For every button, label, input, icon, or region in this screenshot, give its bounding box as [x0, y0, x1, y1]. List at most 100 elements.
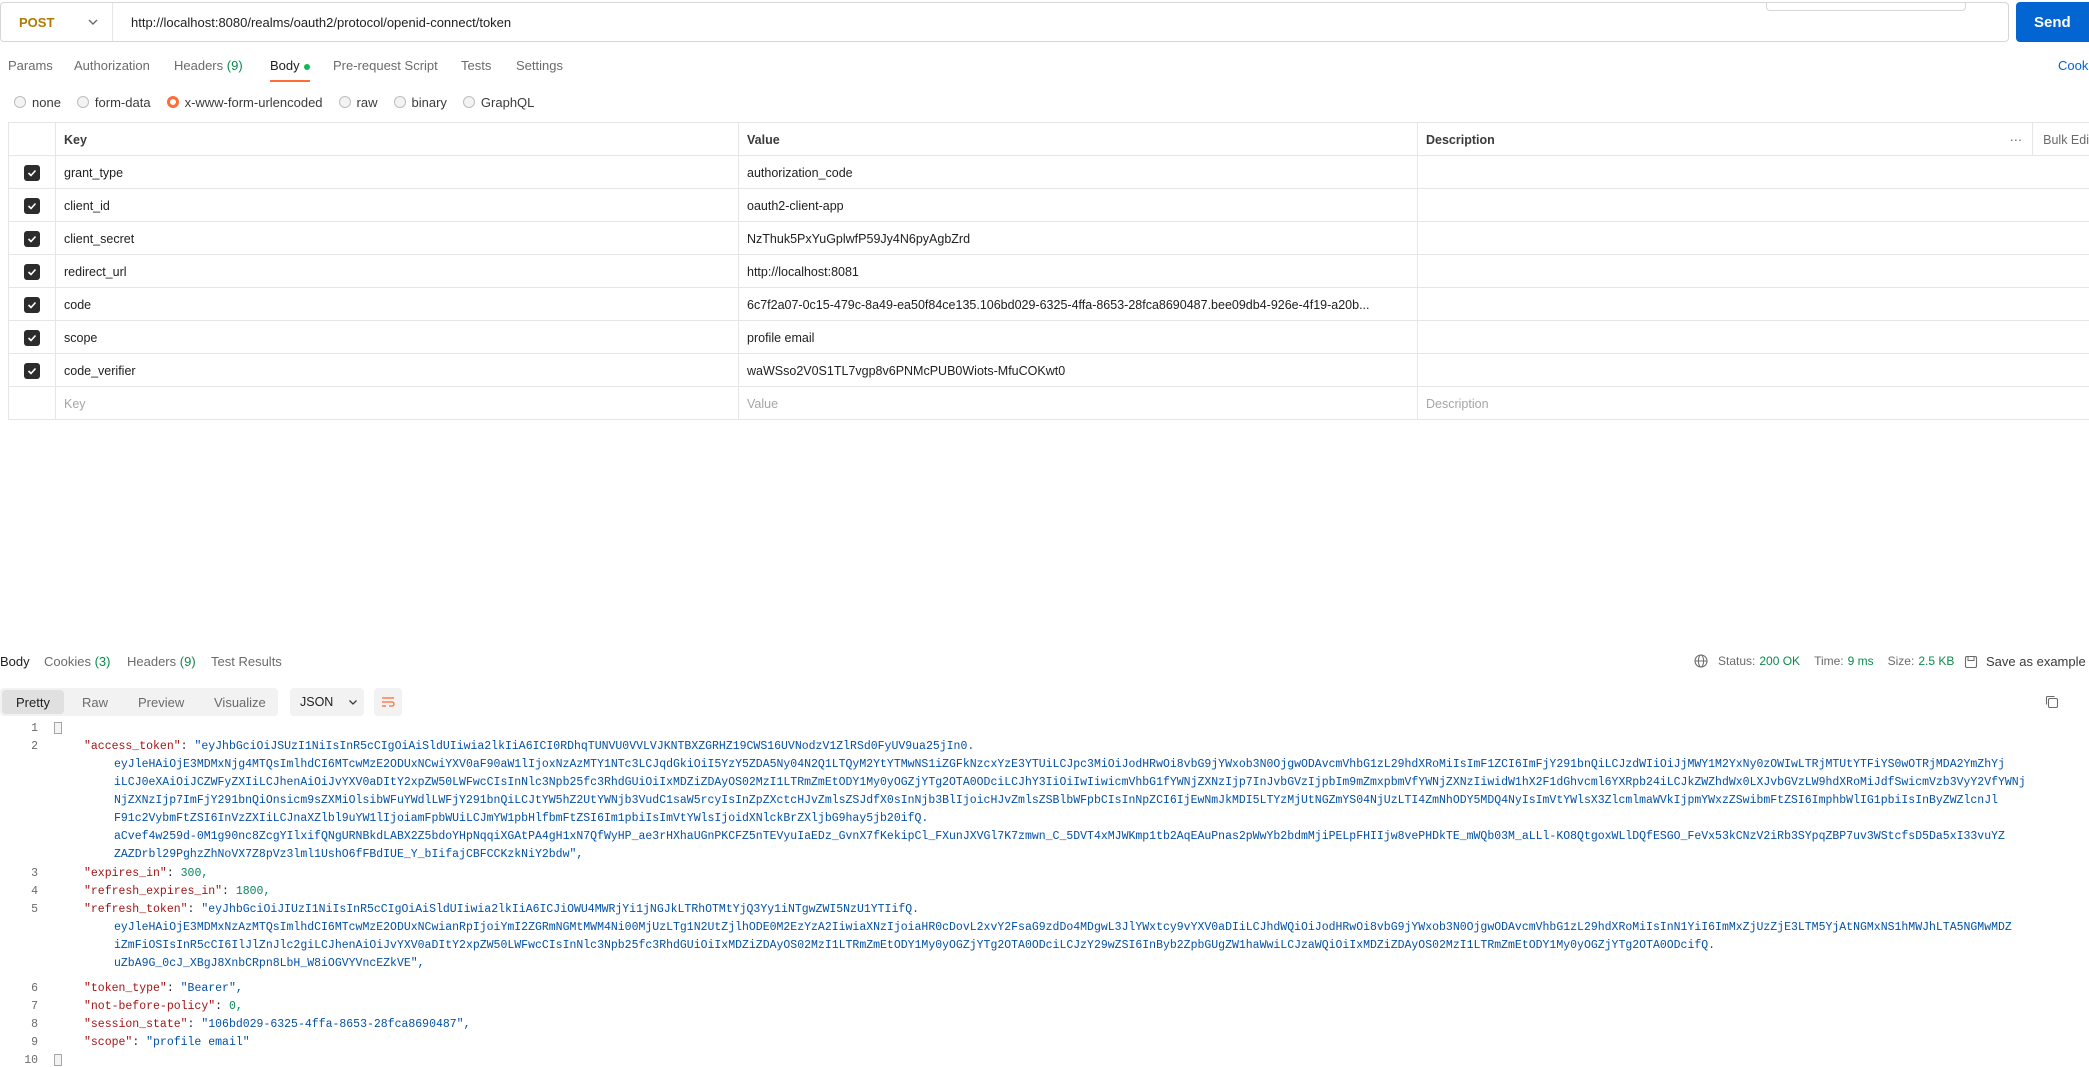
row-value[interactable]: http://localhost:8081 — [738, 255, 1417, 288]
tab-tests[interactable]: Tests — [461, 58, 491, 73]
view-preview-button[interactable]: Preview — [138, 688, 184, 716]
json-string-value: eyJleHAiOjE3MDMxNjg4MTQsImlhdCI6MTcwMzE2… — [114, 758, 2005, 771]
globe-icon[interactable] — [1694, 654, 1708, 668]
line-number: 5 — [31, 903, 38, 916]
fold-toggle-icon[interactable] — [54, 1054, 62, 1066]
tab-headers[interactable]: Headers (9) — [174, 58, 243, 73]
code-line: "refresh_expires_in": 1800, — [84, 885, 270, 898]
body-type-raw[interactable]: raw — [338, 95, 378, 110]
bulk-edit-area: ⋯ Bulk Edi — [2010, 123, 2089, 156]
code-line: aCvef4w259d-0M1g90nc8ZcgYIlxifQNgURNBkdL… — [114, 830, 2005, 843]
body-type-none[interactable]: none — [14, 95, 61, 110]
dropdown-ghost — [1766, 3, 1966, 11]
save-as-example-label: Save as example — [1986, 654, 2086, 669]
checkbox[interactable] — [24, 329, 40, 346]
view-pretty-button[interactable]: Pretty — [2, 690, 64, 714]
row-value[interactable]: oauth2-client-app — [738, 189, 1417, 222]
send-button[interactable]: Send — [2016, 2, 2089, 42]
tab-params[interactable]: Params — [8, 58, 53, 73]
json-string-value: eyJleHAiOjE3MDMxNzAzMTQsImlhdCI6MTcwMzE2… — [114, 921, 2012, 934]
line-number: 9 — [31, 1036, 38, 1049]
response-body-code[interactable]: 1 2 3 4 5 6 7 8 9 10 "access_token": "eyJhbGciOiJS… — [0, 722, 2089, 1067]
save-icon — [1964, 655, 1978, 668]
row-value[interactable]: 6c7f2a07-0c15-479c-8a49-ea50f84ce135.106… — [738, 288, 1417, 321]
json-colon: : — [166, 982, 181, 995]
bulk-edit-button[interactable]: Bulk Edi — [2043, 133, 2089, 147]
checkbox[interactable] — [24, 362, 40, 379]
response-status-bar: Status: 200 OK Time: 9 ms Size: 2.5 KB — [1694, 654, 1968, 668]
row-value[interactable]: waWSso2V0S1TL7vgp8v6PNMcPUB0Wiots-MfuCOK… — [738, 354, 1417, 387]
method-label: POST — [19, 14, 55, 30]
url-input[interactable]: http://localhost:8080/realms/oauth2/prot… — [131, 3, 511, 41]
row-value[interactable]: NzThuk5PxYuGplwfP59Jy4N6pyAgbZrd — [738, 222, 1417, 255]
body-type-binary[interactable]: binary — [393, 94, 447, 110]
view-raw-button[interactable]: Raw — [82, 688, 108, 716]
row-key[interactable]: redirect_url — [55, 255, 738, 288]
row-value[interactable]: authorization_code — [738, 156, 1417, 189]
tab-body[interactable]: Body — [270, 58, 310, 82]
row-key[interactable]: client_secret — [55, 222, 738, 255]
json-key: "refresh_expires_in" — [84, 885, 223, 898]
radio-icon — [393, 96, 406, 108]
row-description[interactable] — [1417, 156, 2089, 189]
check-icon — [27, 202, 37, 210]
row-key[interactable]: scope — [55, 321, 738, 354]
status-value[interactable]: 200 OK — [1759, 654, 1800, 668]
row-description[interactable] — [1417, 222, 2089, 255]
checkbox[interactable] — [24, 263, 40, 280]
size-label: Size: — [1887, 654, 1915, 668]
request-url-box: POST http://localhost:8080/realms/oauth2… — [0, 2, 2009, 42]
more-options-icon[interactable]: ⋯ — [2010, 132, 2023, 147]
cookies-link[interactable]: Cooki — [2058, 58, 2089, 73]
row-key[interactable]: code — [55, 288, 738, 321]
row-description[interactable] — [1417, 255, 2089, 288]
tab-pre-request-script[interactable]: Pre-request Script — [333, 58, 438, 73]
checkbox[interactable] — [24, 197, 40, 214]
row-description[interactable] — [1417, 354, 2089, 387]
wrap-lines-button[interactable] — [374, 688, 402, 716]
new-value-input[interactable]: Value — [738, 387, 1417, 420]
checkbox[interactable] — [24, 230, 40, 247]
body-type-urlencoded[interactable]: x-www-form-urlencoded — [166, 95, 323, 110]
response-tab-test-results[interactable]: Test Results — [211, 654, 282, 669]
body-type-graphql[interactable]: GraphQL — [462, 95, 534, 110]
method-select[interactable]: POST — [9, 3, 113, 41]
time-value[interactable]: 9 ms — [1848, 654, 1874, 668]
row-value[interactable]: profile email — [738, 321, 1417, 354]
new-key-input[interactable]: Key — [55, 387, 738, 420]
checkbox[interactable] — [24, 296, 40, 313]
response-tab-cookies[interactable]: Cookies (3) — [44, 654, 110, 669]
check-icon — [27, 268, 37, 276]
checkbox[interactable] — [24, 164, 40, 181]
copy-icon[interactable] — [2044, 694, 2060, 710]
header-key: Key — [55, 123, 738, 156]
radio-icon — [76, 96, 89, 108]
body-type-binary-label: binary — [411, 94, 447, 110]
row-description[interactable] — [1417, 288, 2089, 321]
code-line: iLCJ0eXAiOiJCZWFyZXIiLCJhenAiOiJvYXV0aDI… — [114, 776, 2026, 789]
row-key[interactable]: client_id — [55, 189, 738, 222]
tab-authorization[interactable]: Authorization — [74, 58, 150, 73]
status-label: Status: — [1718, 654, 1756, 668]
line-number: 1 — [31, 722, 38, 735]
body-type-form-data[interactable]: form-data — [76, 95, 151, 110]
line-number: 8 — [31, 1018, 38, 1031]
row-key[interactable]: code_verifier — [55, 354, 738, 387]
size-value[interactable]: 2.5 KB — [1918, 654, 1954, 668]
format-select[interactable]: JSON — [290, 688, 364, 716]
new-description-input[interactable]: Description — [1417, 387, 2089, 420]
fold-toggle-icon[interactable] — [54, 722, 62, 734]
divider — [2032, 123, 2034, 156]
row-description[interactable] — [1417, 189, 2089, 222]
row-key[interactable]: grant_type — [55, 156, 738, 189]
json-string-value: "106bd029-6325-4ffa-8653-28fca8690487", — [201, 1018, 471, 1031]
view-visualize-button[interactable]: Visualize — [214, 688, 266, 716]
save-as-example-button[interactable]: Save as example — [1964, 654, 2086, 669]
tab-settings-label: Settings — [516, 58, 563, 73]
placeholder-check-cell — [8, 387, 55, 420]
code-line: uZbA9G_0cJ_XBgJ8XnbCRpn8LbH_W8iOGVYVncEZ… — [114, 957, 425, 970]
response-tab-body[interactable]: Body — [0, 654, 30, 669]
response-tab-headers[interactable]: Headers (9) — [127, 654, 196, 669]
row-description[interactable] — [1417, 321, 2089, 354]
tab-settings[interactable]: Settings — [516, 58, 563, 73]
